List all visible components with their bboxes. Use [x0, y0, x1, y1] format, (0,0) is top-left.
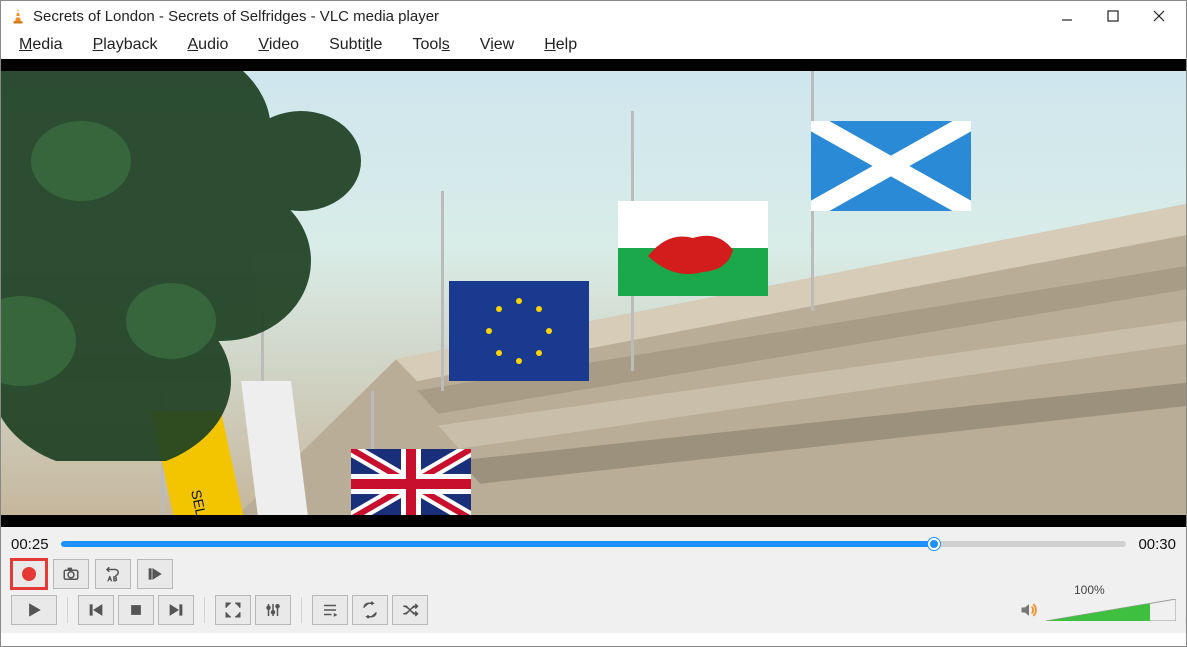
- play-button[interactable]: [11, 595, 57, 625]
- volume-slider[interactable]: 100% ıı: [1046, 595, 1176, 625]
- equalizer-icon: [264, 601, 282, 619]
- foliage: [1, 71, 481, 461]
- loop-ab-button[interactable]: A B: [95, 559, 131, 589]
- titlebar: Secrets of London - Secrets of Selfridge…: [1, 1, 1186, 31]
- fullscreen-button[interactable]: [215, 595, 251, 625]
- volume-triangle-icon: [1046, 599, 1176, 621]
- snapshot-button[interactable]: [53, 559, 89, 589]
- elapsed-time: 00:25: [11, 536, 55, 553]
- controls-panel: 00:25 00:30 A B: [1, 527, 1186, 633]
- seek-bar[interactable]: [61, 538, 1126, 550]
- menu-view[interactable]: View: [480, 36, 514, 54]
- loop-button[interactable]: [352, 595, 388, 625]
- skip-next-icon: [167, 601, 185, 619]
- maximize-button[interactable]: [1090, 2, 1136, 30]
- vlc-cone-icon: [9, 7, 27, 25]
- previous-button[interactable]: [78, 595, 114, 625]
- close-button[interactable]: [1136, 2, 1182, 30]
- stop-icon: [127, 601, 145, 619]
- main-toolbar: 100% ıı: [11, 595, 1176, 625]
- minimize-button[interactable]: [1044, 2, 1090, 30]
- volume-percent-label: 100%: [1074, 583, 1105, 597]
- menu-subtitle[interactable]: Subtitle: [329, 36, 382, 54]
- menu-help[interactable]: Help: [544, 36, 577, 54]
- loop-ab-icon: A B: [104, 565, 122, 583]
- frame-step-icon: [146, 565, 164, 583]
- window-title: Secrets of London - Secrets of Selfridge…: [33, 8, 1044, 25]
- play-icon: [25, 601, 43, 619]
- shuffle-button[interactable]: [392, 595, 428, 625]
- camera-icon: [62, 565, 80, 583]
- skip-previous-icon: [87, 601, 105, 619]
- separator: [301, 597, 302, 623]
- menu-audio[interactable]: Audio: [188, 36, 229, 54]
- menu-playback[interactable]: Playback: [93, 36, 158, 54]
- speaker-icon: [1019, 600, 1039, 620]
- mute-toggle[interactable]: [1018, 599, 1040, 621]
- menubar: Media Playback Audio Video Subtitle Tool…: [1, 31, 1186, 59]
- separator: [67, 597, 68, 623]
- record-button[interactable]: [11, 559, 47, 589]
- flag-wales: [618, 201, 768, 296]
- stop-button[interactable]: [118, 595, 154, 625]
- frame-step-button[interactable]: [137, 559, 173, 589]
- menu-media[interactable]: Media: [19, 36, 63, 54]
- extended-settings-button[interactable]: [255, 595, 291, 625]
- separator: [204, 597, 205, 623]
- flag-scotland: [811, 121, 971, 211]
- shuffle-icon: [401, 601, 419, 619]
- record-icon: [22, 567, 36, 581]
- svg-text:A B: A B: [108, 577, 117, 583]
- letterbox-top: [1, 59, 1186, 71]
- playlist-button[interactable]: [312, 595, 348, 625]
- fullscreen-icon: [224, 601, 242, 619]
- menu-tools[interactable]: Tools: [412, 36, 449, 54]
- advanced-toolbar: A B: [11, 559, 1176, 589]
- letterbox-bottom: [1, 515, 1186, 527]
- window-controls: [1044, 2, 1182, 30]
- loop-icon: [361, 601, 379, 619]
- menu-video[interactable]: Video: [258, 36, 299, 54]
- video-area[interactable]: SELFRIDGE: [1, 71, 1186, 515]
- playlist-icon: [321, 601, 339, 619]
- total-time: 00:30: [1132, 536, 1176, 553]
- next-button[interactable]: [158, 595, 194, 625]
